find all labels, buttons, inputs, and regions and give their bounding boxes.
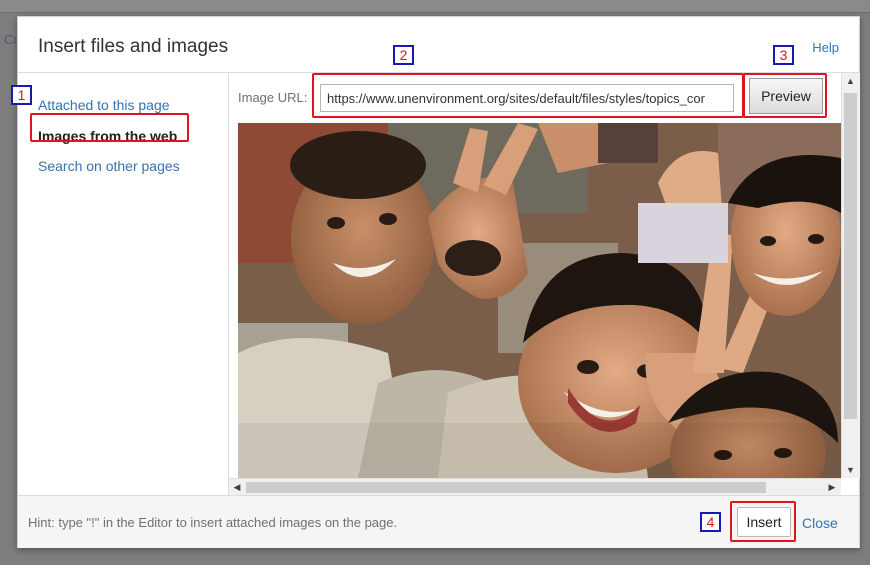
sidebar-item-web-images[interactable]: Images from the web	[38, 128, 177, 144]
horizontal-scroll-thumb[interactable]	[246, 482, 766, 493]
background-page-header	[0, 0, 870, 13]
preview-button[interactable]: Preview	[749, 78, 823, 114]
scroll-right-arrow-icon[interactable]: ▶	[824, 479, 840, 496]
footer-hint: Hint: type "!" in the Editor to insert a…	[28, 515, 398, 530]
callout-number-4: 4	[700, 512, 721, 532]
close-link[interactable]: Close	[802, 515, 838, 531]
sidebar-item-search-pages[interactable]: Search on other pages	[38, 158, 180, 174]
callout-number-2: 2	[393, 45, 414, 65]
help-link[interactable]: Help	[812, 40, 839, 55]
dialog-main-panel: Image URL: Preview	[229, 73, 860, 496]
image-url-label: Image URL:	[238, 90, 308, 105]
scroll-up-arrow-icon[interactable]: ▲	[842, 73, 859, 89]
callout-number-1: 1	[11, 85, 32, 105]
dialog-header: Insert files and images Help	[18, 17, 859, 73]
dialog-footer: Hint: type "!" in the Editor to insert a…	[18, 495, 859, 548]
callout-number-3: 3	[773, 45, 794, 65]
image-preview-area	[238, 123, 841, 478]
scroll-down-arrow-icon[interactable]: ▼	[842, 462, 859, 478]
dialog-title: Insert files and images	[38, 36, 229, 57]
vertical-scrollbar[interactable]: ▲ ▼	[841, 73, 860, 478]
vertical-scroll-thumb[interactable]	[844, 93, 857, 419]
preview-photo	[238, 123, 841, 478]
insert-files-dialog: Insert files and images Help Attached to…	[17, 16, 860, 548]
scroll-left-arrow-icon[interactable]: ◀	[229, 479, 245, 496]
sidebar-item-attached[interactable]: Attached to this page	[38, 97, 170, 113]
dialog-sidebar: Attached to this page Images from the we…	[18, 73, 229, 495]
insert-button[interactable]: Insert	[737, 507, 791, 537]
image-url-input[interactable]	[320, 84, 734, 112]
horizontal-scrollbar[interactable]: ◀ ▶	[229, 478, 841, 496]
